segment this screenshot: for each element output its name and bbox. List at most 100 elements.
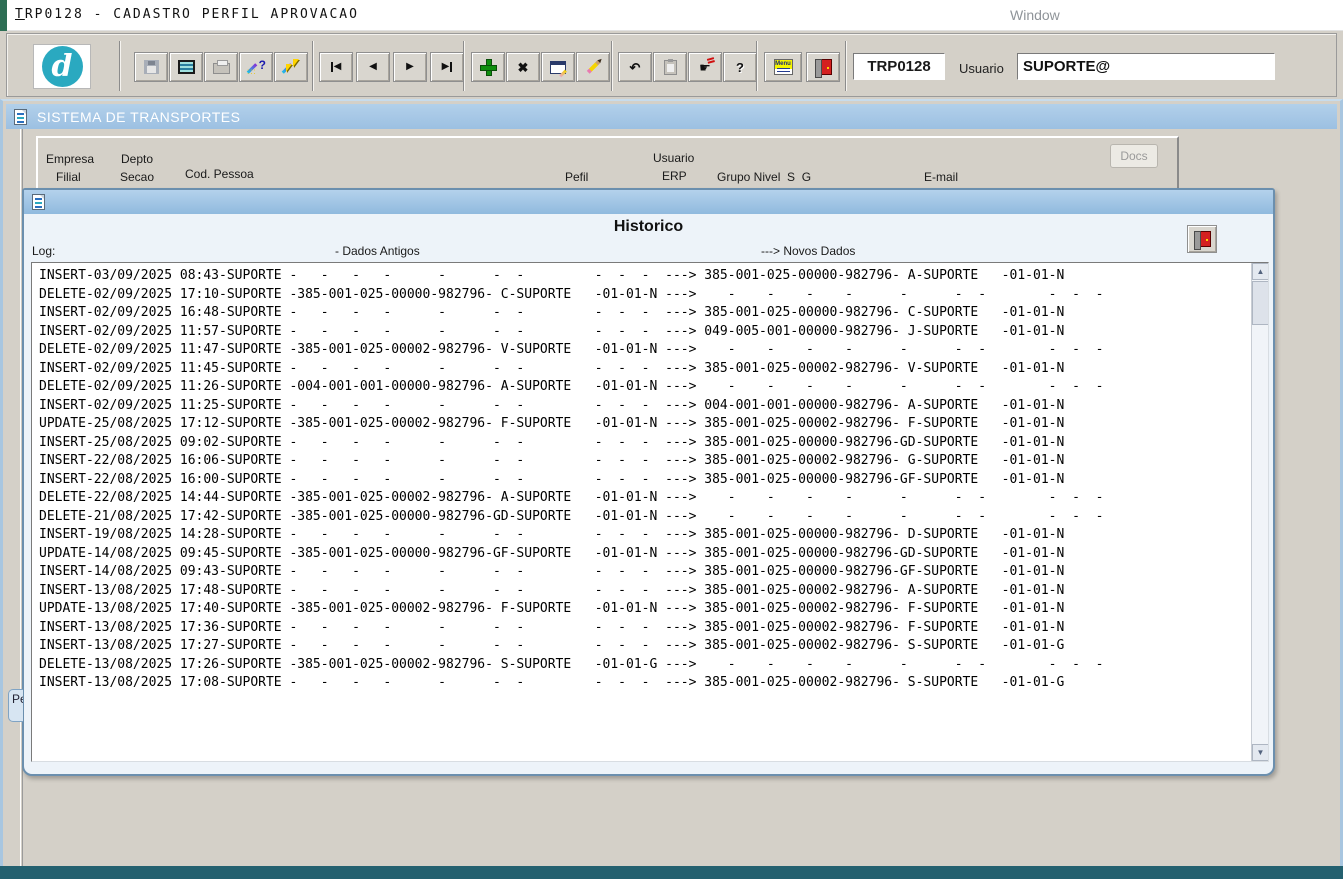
undo-arrow-icon: ↶ [630, 61, 641, 74]
pencil-icon [586, 60, 599, 73]
last-record-button[interactable]: ▶ [430, 52, 464, 82]
previous-record-icon: ◀ [369, 62, 377, 72]
log-entry: UPDATE-13/08/2025 17:40-SUPORTE -385-001… [39, 600, 1248, 619]
vertical-scrollbar[interactable]: ▲ ▼ [1251, 263, 1268, 761]
paste-button[interactable] [653, 52, 687, 82]
log-list: INSERT-03/09/2025 08:43-SUPORTE - - - - … [39, 267, 1248, 693]
document-window-icon [32, 194, 45, 210]
depto-label: Depto [121, 152, 153, 166]
print-button[interactable] [204, 52, 238, 82]
grid-display-button[interactable] [169, 52, 203, 82]
menu-button[interactable] [764, 52, 802, 82]
printer-icon [213, 63, 230, 74]
red-x-icon: ✖ [518, 61, 529, 74]
grupo-nivel-label: Grupo Nivel S G [717, 170, 811, 184]
log-listbox[interactable]: INSERT-03/09/2025 08:43-SUPORTE - - - - … [31, 262, 1269, 762]
insert-record-button[interactable] [471, 52, 505, 82]
secao-label: Secao [120, 170, 154, 184]
app-titlebar: TRP0128 - CADASTRO PERFIL APROVACAO Wind… [0, 0, 1343, 31]
log-entry: DELETE-02/09/2025 17:10-SUPORTE -385-001… [39, 286, 1248, 305]
log-entry: UPDATE-14/08/2025 09:45-SUPORTE -385-001… [39, 545, 1248, 564]
toolbar-separator [611, 41, 613, 91]
question-mark-icon: ? [736, 61, 744, 74]
partial-tab[interactable]: Perfil [8, 689, 23, 722]
log-entry: INSERT-22/08/2025 16:00-SUPORTE - - - - … [39, 471, 1248, 490]
historico-titlebar[interactable] [24, 190, 1273, 214]
log-entry: DELETE-13/08/2025 17:26-SUPORTE -385-001… [39, 656, 1248, 675]
app-title: TRP0128 - CADASTRO PERFIL APROVACAO [15, 7, 359, 22]
hand-edit-icon: ☛ [699, 61, 711, 74]
toolbar: d ?::: ◀ ◀ ▶ ▶ ✖ ↶ ☛ ? TRP0128 Usuario [6, 33, 1337, 97]
usuario-label: Usuario [959, 61, 1004, 76]
toolbar-separator [845, 41, 847, 91]
program-code-field[interactable]: TRP0128 [853, 53, 945, 80]
last-record-icon: ▶ [442, 62, 453, 72]
clipboard-icon [664, 60, 677, 75]
scrollbar-thumb[interactable] [1252, 281, 1269, 325]
previous-record-button[interactable]: ◀ [356, 52, 390, 82]
logo-button[interactable]: d [33, 44, 91, 89]
delete-record-button[interactable]: ✖ [506, 52, 540, 82]
enter-query-button[interactable]: ?::: [239, 52, 273, 82]
log-entry: INSERT-03/09/2025 08:43-SUPORTE - - - - … [39, 267, 1248, 286]
next-record-icon: ▶ [406, 62, 414, 72]
first-record-button[interactable]: ◀ [319, 52, 353, 82]
datasul-logo-icon: d [42, 46, 83, 87]
log-entry: INSERT-13/08/2025 17:48-SUPORTE - - - - … [39, 582, 1248, 601]
log-entry: INSERT-02/09/2025 16:48-SUPORTE - - - - … [39, 304, 1248, 323]
exit-door-icon [1199, 231, 1211, 247]
exit-button[interactable] [806, 52, 840, 82]
lightning-wand-icon [281, 58, 301, 76]
scroll-down-button[interactable]: ▼ [1252, 744, 1269, 761]
cod-pessoa-label: Cod. Pessoa [185, 167, 254, 181]
pefil-label: Pefil [565, 170, 588, 184]
bottom-strip [0, 866, 1343, 879]
usuario-input[interactable] [1017, 53, 1275, 80]
email-label: E-mail [924, 170, 958, 184]
log-entry: INSERT-13/08/2025 17:36-SUPORTE - - - - … [39, 619, 1248, 638]
help-button[interactable]: ? [723, 52, 757, 82]
toolbar-separator [119, 41, 121, 91]
log-entry: DELETE-22/08/2025 14:44-SUPORTE -385-001… [39, 489, 1248, 508]
log-entry: INSERT-13/08/2025 17:27-SUPORTE - - - - … [39, 637, 1248, 656]
query-wand-icon: ?::: [246, 58, 266, 76]
green-plus-icon [481, 60, 496, 75]
dados-antigos-label: - Dados Antigos [335, 244, 420, 258]
log-entry: INSERT-13/08/2025 17:08-SUPORTE - - - - … [39, 674, 1248, 693]
docs-button[interactable]: Docs [1110, 144, 1158, 168]
mdi-titlebar: SISTEMA DE TRANSPORTES [6, 104, 1337, 129]
log-entry: INSERT-02/09/2025 11:57-SUPORTE - - - - … [39, 323, 1248, 342]
form-pencil-icon [550, 61, 566, 74]
undo-button[interactable]: ↶ [618, 52, 652, 82]
log-entry: UPDATE-25/08/2025 17:12-SUPORTE -385-001… [39, 415, 1248, 434]
next-record-button[interactable]: ▶ [393, 52, 427, 82]
save-button[interactable] [134, 52, 168, 82]
menu-window[interactable]: Window [1010, 7, 1060, 23]
log-entry: INSERT-02/09/2025 11:45-SUPORTE - - - - … [39, 360, 1248, 379]
clear-record-button[interactable] [576, 52, 610, 82]
log-entry: INSERT-25/08/2025 09:02-SUPORTE - - - - … [39, 434, 1248, 453]
monitor-grid-icon [178, 60, 195, 74]
log-entry: DELETE-02/09/2025 11:47-SUPORTE -385-001… [39, 341, 1248, 360]
form-header-panel [36, 136, 1179, 192]
historico-dialog: Historico Log: - Dados Antigos ---> Novo… [22, 188, 1275, 776]
filial-label: Filial [56, 170, 81, 184]
toolbar-separator [312, 41, 314, 91]
historico-exit-button[interactable] [1187, 225, 1217, 253]
toolbar-separator [463, 41, 465, 91]
floppy-save-icon [144, 60, 159, 74]
log-entry: INSERT-22/08/2025 16:06-SUPORTE - - - - … [39, 452, 1248, 471]
execute-query-button[interactable] [274, 52, 308, 82]
log-entry: INSERT-02/09/2025 11:25-SUPORTE - - - - … [39, 397, 1248, 416]
edit-query-window-button[interactable] [541, 52, 575, 82]
usuario-erp-label: Usuario [653, 151, 694, 165]
left-green-strip [0, 0, 7, 31]
scroll-up-button[interactable]: ▲ [1252, 263, 1269, 280]
toolbar-separator [756, 41, 758, 91]
first-record-icon: ◀ [331, 62, 342, 72]
menu-grid-icon [774, 59, 793, 75]
document-window-icon [14, 109, 27, 125]
log-entry: DELETE-02/09/2025 11:26-SUPORTE -004-001… [39, 378, 1248, 397]
erp-label: ERP [662, 169, 687, 183]
edit-record-button[interactable]: ☛ [688, 52, 722, 82]
